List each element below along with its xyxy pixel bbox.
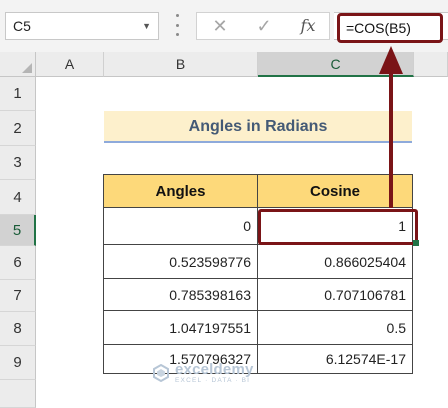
select-all-button[interactable] (0, 52, 36, 77)
table-cell-cosine[interactable]: 0.707106781 (258, 279, 413, 311)
table-header-cosine[interactable]: Cosine (258, 175, 413, 208)
page-title[interactable]: Angles in Radians (104, 111, 412, 143)
column-header-c[interactable]: C (258, 52, 414, 77)
formula-input[interactable]: =COS(B5) (337, 13, 443, 43)
row-header-8[interactable]: 8 (0, 312, 36, 346)
row-header-6[interactable]: 6 (0, 246, 36, 280)
table-header-angles[interactable]: Angles (104, 175, 258, 208)
watermark-tagline: EXCEL · DATA · BI (175, 377, 251, 384)
row-header-10[interactable] (0, 380, 36, 408)
formula-bar: C5 ▼ ✕ ✓ fx =COS(B5) (0, 0, 448, 52)
insert-function-button[interactable]: fx (291, 13, 325, 39)
table-cell-cosine[interactable]: 0.5 (258, 311, 413, 345)
name-box[interactable]: C5 ▼ (5, 12, 159, 40)
row-header-5[interactable]: 5 (0, 215, 36, 246)
column-header-a[interactable]: A (36, 52, 104, 77)
row-header-7[interactable]: 7 (0, 280, 36, 312)
table-cell-cosine[interactable]: 0.866025404 (258, 245, 413, 279)
chevron-down-icon[interactable]: ▼ (142, 13, 151, 39)
close-icon[interactable]: ✕ (203, 13, 237, 39)
table-cell-angle[interactable]: 1.047197551 (104, 311, 258, 345)
table-cell-angle[interactable]: 0.523598776 (104, 245, 258, 279)
row-header-4[interactable]: 4 (0, 180, 36, 215)
table-cell-cosine[interactable]: 6.12574E-17 (258, 345, 413, 374)
drag-handle-icon[interactable] (175, 14, 179, 36)
column-header-d[interactable] (414, 52, 448, 77)
watermark: exceldemy EXCEL · DATA · BI (152, 362, 254, 385)
formula-buttons: ✕ ✓ fx (196, 12, 330, 40)
column-header-b[interactable]: B (104, 52, 258, 77)
table-cell-angle[interactable]: 0 (104, 208, 258, 245)
name-box-value: C5 (13, 18, 31, 34)
table-cell-angle[interactable]: 0.785398163 (104, 279, 258, 311)
row-header-2[interactable]: 2 (0, 111, 36, 146)
active-cell-highlight (258, 209, 419, 246)
exceldemy-logo-icon (153, 364, 169, 383)
row-header-3[interactable]: 3 (0, 146, 36, 180)
row-header-1[interactable]: 1 (0, 77, 36, 111)
checkmark-icon[interactable]: ✓ (247, 13, 281, 39)
row-header-9[interactable]: 9 (0, 346, 36, 380)
watermark-name: exceldemy (175, 361, 254, 378)
